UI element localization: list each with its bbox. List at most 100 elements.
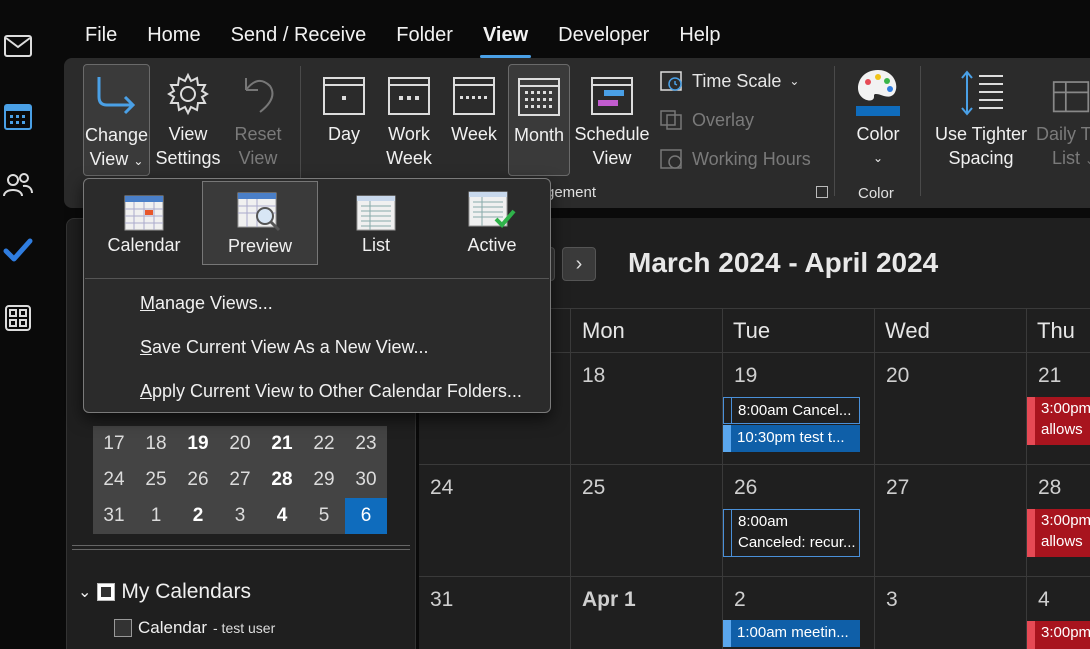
ribbon-separator <box>920 66 921 196</box>
calendar-icon[interactable] <box>2 100 34 132</box>
save-view-menu-item[interactable]: Save Current View As a New View... <box>140 337 428 358</box>
change-view-button[interactable]: Change View ⌄ <box>83 64 150 176</box>
mini-calendar-day[interactable]: 27 <box>219 462 261 498</box>
calendar-folder-owner: - test user <box>213 620 276 636</box>
day-number[interactable]: 19 <box>734 364 757 388</box>
day-number[interactable]: 21 <box>1038 364 1061 388</box>
mini-calendar-day[interactable]: 31 <box>93 498 135 534</box>
working-hours-button[interactable]: Working Hours <box>660 148 811 170</box>
calendar-checkbox[interactable] <box>114 619 132 637</box>
day-number[interactable]: 28 <box>1038 476 1061 500</box>
tab-folder[interactable]: Folder <box>381 18 468 58</box>
mini-calendar-day[interactable]: 1 <box>135 498 177 534</box>
day-number[interactable]: 27 <box>886 476 909 500</box>
day-number[interactable]: 25 <box>582 476 605 500</box>
mini-calendar-day[interactable]: 30 <box>345 462 387 498</box>
next-button[interactable]: › <box>562 247 596 281</box>
view-settings-label-2: Settings <box>155 148 221 168</box>
mini-calendar-day[interactable]: 23 <box>345 426 387 462</box>
dialog-launcher-icon[interactable] <box>816 186 828 198</box>
chevron-down-icon[interactable]: ⌄ <box>78 582 91 602</box>
reset-view-label-1: Reset <box>234 124 282 144</box>
view-settings-label-1: View <box>168 124 208 144</box>
mini-calendar-day[interactable]: 26 <box>177 462 219 498</box>
mini-calendar-day[interactable]: 25 <box>135 462 177 498</box>
mini-calendar-day[interactable]: 20 <box>219 426 261 462</box>
day-number[interactable]: 31 <box>430 588 453 612</box>
my-calendars-checkbox[interactable] <box>97 583 116 601</box>
color-button[interactable]: Color ⌄ <box>846 64 910 170</box>
mini-calendar-day[interactable]: 3 <box>219 498 261 534</box>
undo-icon <box>228 64 288 116</box>
schedule-view-button[interactable]: Schedule View <box>574 64 650 170</box>
tab-help[interactable]: Help <box>664 18 735 58</box>
tighter-spacing-button[interactable]: Use Tighter Spacing <box>932 64 1030 170</box>
mini-calendar-day[interactable]: 24 <box>93 462 135 498</box>
calendar-event[interactable]: 3:00pm allows <box>1027 397 1090 445</box>
time-scale-dropdown[interactable]: Time Scale ⌄ <box>660 70 799 92</box>
grid-line <box>570 308 571 649</box>
view-option-calendar[interactable]: Calendar <box>86 181 202 265</box>
day-header-tue: Tue <box>733 318 771 343</box>
tab-developer[interactable]: Developer <box>543 18 664 58</box>
calendar-event[interactable]: 8:00am Cancel... <box>723 397 860 424</box>
pane-divider[interactable] <box>72 545 410 550</box>
tab-home[interactable]: Home <box>132 18 215 58</box>
calendar-event[interactable]: 3:00pm allows <box>1027 509 1090 557</box>
tab-view[interactable]: View <box>468 18 543 58</box>
mini-calendar-day[interactable]: 19 <box>177 426 219 462</box>
calendar-event[interactable]: 1:00am meetin... <box>723 620 860 647</box>
todo-icon[interactable] <box>2 234 34 266</box>
tab-send-receive[interactable]: Send / Receive <box>216 18 382 58</box>
day-label: Day <box>327 124 360 144</box>
apps-icon[interactable] <box>2 302 34 334</box>
day-number[interactable]: 24 <box>430 476 453 500</box>
day-number[interactable]: 20 <box>886 364 909 388</box>
day-number[interactable]: 18 <box>582 364 605 388</box>
work-week-button[interactable]: Work Week <box>380 64 438 170</box>
calendar-event[interactable]: 8:00am Canceled: recur... <box>723 509 860 557</box>
day-number[interactable]: Apr 1 <box>582 588 636 612</box>
overlay-button[interactable]: Overlay <box>660 109 754 131</box>
reset-view-button[interactable]: Reset View <box>228 64 288 170</box>
month-view-button[interactable]: Month <box>508 64 570 176</box>
view-option-list[interactable]: List <box>318 181 434 265</box>
calendar-event[interactable]: 3:00pm <box>1027 621 1090 649</box>
chevron-down-icon: ⌄ <box>1085 153 1090 167</box>
mini-calendar-day[interactable]: 4 <box>261 498 303 534</box>
apply-view-menu-item[interactable]: Apply Current View to Other Calendar Fol… <box>140 381 522 402</box>
week-view-button[interactable]: Week <box>446 64 502 146</box>
manage-views-menu-item[interactable]: Manage Views... <box>140 293 273 314</box>
view-option-active[interactable]: Active <box>434 181 550 265</box>
mini-calendar-day[interactable]: 22 <box>303 426 345 462</box>
mini-calendar-day[interactable]: 6 <box>345 498 387 534</box>
mini-calendar-day[interactable]: 5 <box>303 498 345 534</box>
people-icon[interactable] <box>2 168 34 200</box>
mail-icon[interactable] <box>2 30 34 62</box>
day-number[interactable]: 2 <box>734 588 746 612</box>
day-number[interactable]: 4 <box>1038 588 1050 612</box>
mini-calendar-day[interactable]: 18 <box>135 426 177 462</box>
mini-calendar-day[interactable]: 21 <box>261 426 303 462</box>
my-calendars-group[interactable]: ⌄ My Calendars <box>78 580 251 604</box>
tab-file[interactable]: File <box>70 18 132 58</box>
grid-line <box>874 308 875 649</box>
overlay-label: Overlay <box>692 109 755 130</box>
mini-calendar-day[interactable]: 29 <box>303 462 345 498</box>
calendar-folder-item[interactable]: Calendar - test user <box>114 618 275 638</box>
reset-view-label-2: View <box>238 148 278 168</box>
view-option-preview[interactable]: Preview <box>202 181 318 265</box>
calendar-event[interactable]: 10:30pm test t... <box>723 425 860 452</box>
change-view-label-2: View <box>89 149 129 169</box>
ribbon-separator <box>300 66 301 196</box>
view-settings-button[interactable]: View Settings <box>155 64 221 170</box>
day-view-button[interactable]: Day <box>316 64 372 146</box>
mini-calendar-day[interactable]: 2 <box>177 498 219 534</box>
access-key: A <box>140 381 153 401</box>
day-number[interactable]: 3 <box>886 588 898 612</box>
mini-calendar-day[interactable]: 17 <box>93 426 135 462</box>
daily-task-list-button[interactable]: Daily Ta List ⌄ <box>1034 64 1090 172</box>
day-number[interactable]: 26 <box>734 476 757 500</box>
mini-calendar-day[interactable]: 28 <box>261 462 303 498</box>
access-key: S <box>140 337 153 357</box>
